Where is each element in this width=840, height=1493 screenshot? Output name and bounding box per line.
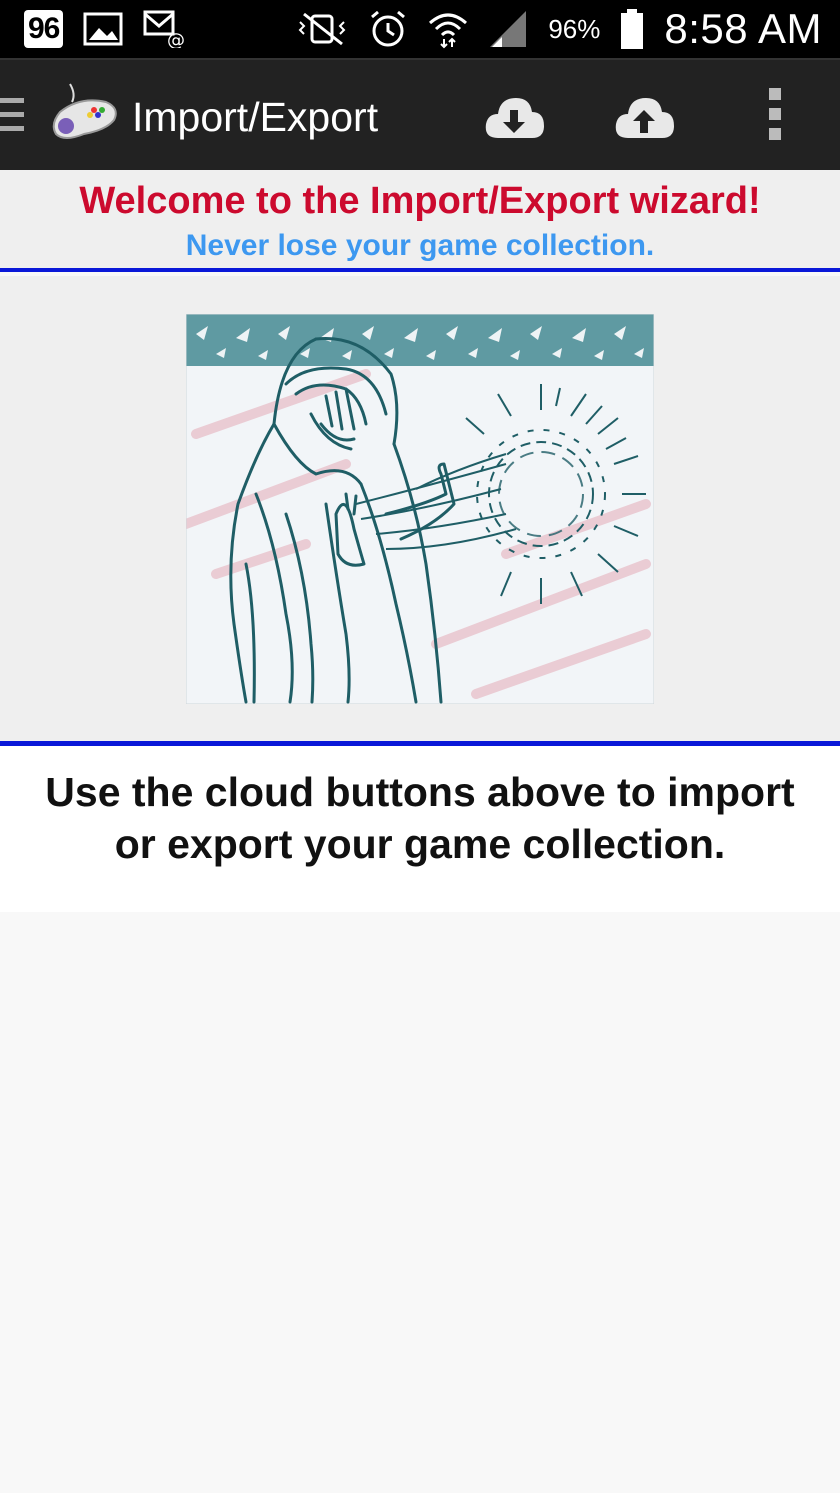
gallery-icon [83, 12, 123, 46]
alarm-icon [368, 9, 408, 49]
status-left: 96 @ [24, 10, 185, 48]
wizard-illustration [186, 314, 654, 704]
battery-percent: 96% [548, 13, 601, 44]
welcome-heading: Welcome to the Import/Export wizard! [79, 180, 761, 222]
svg-text:@: @ [167, 30, 185, 48]
tagline: Never lose your game collection. [185, 229, 655, 262]
wizard-header: Welcome to the Import/Export wizard! Nev… [0, 170, 840, 272]
wifi-icon [428, 9, 468, 49]
signal-icon [488, 9, 528, 49]
status-right: 96% 8:58 AM [296, 5, 822, 53]
instruction-text: Use the cloud buttons above to import or… [0, 746, 840, 912]
email-icon: @ [143, 10, 185, 48]
battery-icon [620, 9, 644, 49]
status-bar: 96 @ 96% 8:58 AM [0, 0, 840, 58]
navigation-drawer-icon[interactable] [0, 98, 24, 140]
cloud-download-button[interactable] [482, 90, 546, 146]
notification-96-icon: 96 [24, 10, 64, 48]
cloud-upload-icon [615, 98, 674, 138]
action-bar: Import/Export [0, 58, 840, 170]
app-title: Import/Export [132, 94, 379, 140]
clock: 8:58 AM [664, 5, 822, 52]
vibrate-mute-icon [296, 12, 348, 46]
gamepad-icon[interactable] [50, 82, 120, 153]
cloud-download-icon [485, 98, 544, 138]
cloud-upload-button[interactable] [612, 90, 676, 146]
image-section [0, 276, 840, 743]
overflow-menu-icon[interactable] [764, 88, 786, 146]
